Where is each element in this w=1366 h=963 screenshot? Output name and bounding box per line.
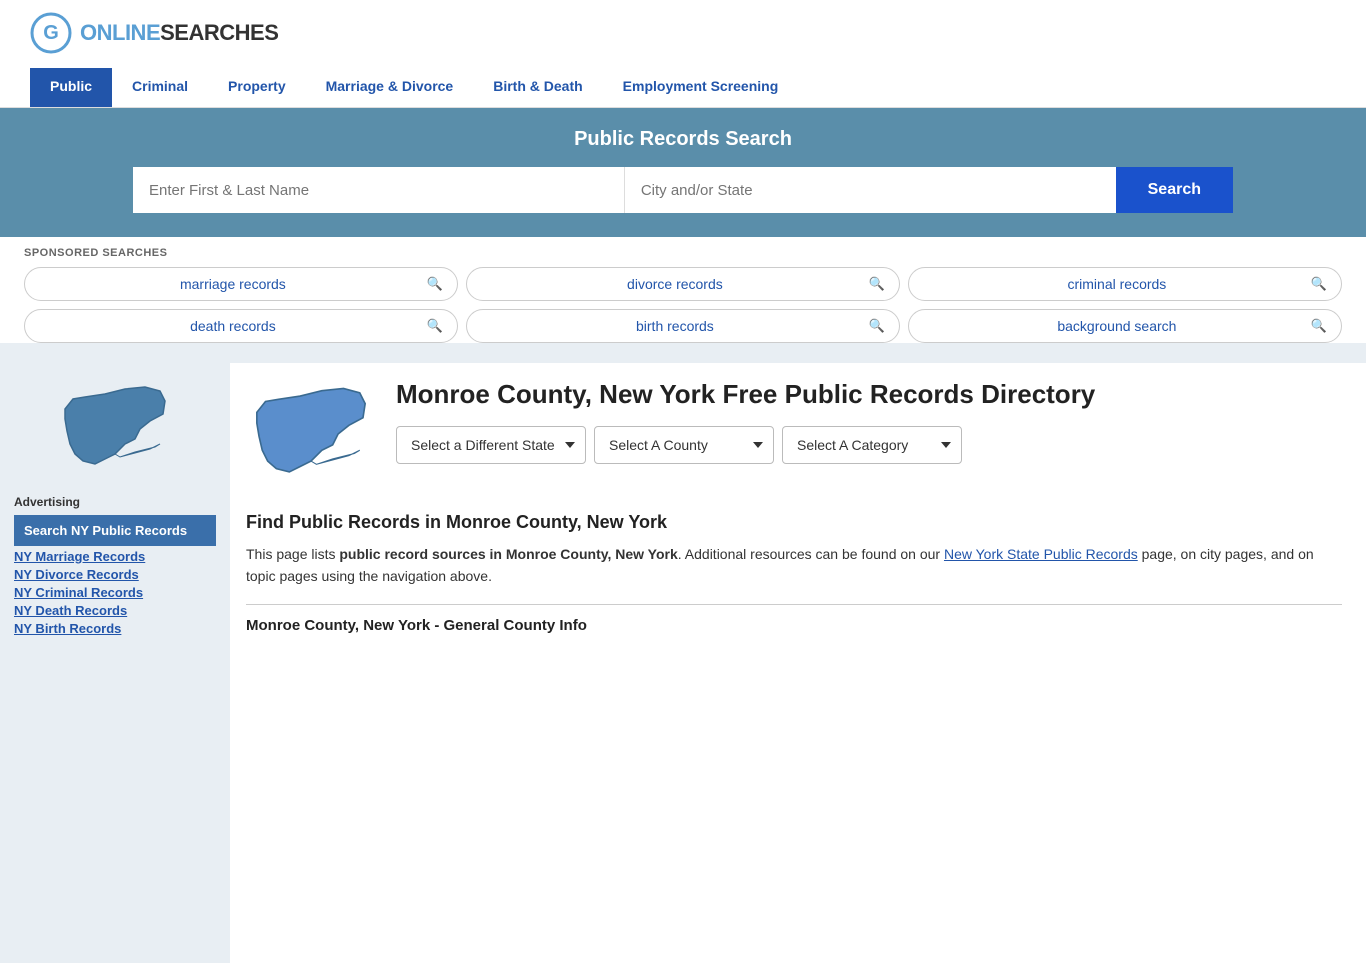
page-section: Monroe County, New York Free Public Reco… [246,379,1342,492]
sponsored-section: SPONSORED SEARCHES marriage records 🔍 di… [0,237,1366,343]
category-dropdown[interactable]: Select A Category [782,426,962,464]
pill-text-birth: birth records [481,318,869,334]
ad-search-ny[interactable]: Search NY Public Records [14,515,216,546]
sponsored-pill-marriage[interactable]: marriage records 🔍 [24,267,458,301]
search-icon-criminal: 🔍 [1311,276,1327,292]
find-text-2: . Additional resources can be found on o… [678,546,944,562]
search-row: Search [133,167,1233,213]
pill-text-background: background search [923,318,1311,334]
dropdowns-row: Select a Different State Select A County… [396,426,1342,464]
pill-text-death: death records [39,318,427,334]
sidebar-link-death[interactable]: NY Death Records [14,603,216,618]
sidebar: Advertising Search NY Public Records NY … [0,363,230,963]
nav-criminal[interactable]: Criminal [112,68,208,107]
pill-text-divorce: divorce records [481,276,869,292]
search-icon-birth: 🔍 [869,318,885,334]
content-area: Monroe County, New York Free Public Reco… [230,363,1366,963]
sponsored-pill-birth[interactable]: birth records 🔍 [466,309,900,343]
search-icon-marriage: 🔍 [427,276,443,292]
search-icon-divorce: 🔍 [869,276,885,292]
nav-property[interactable]: Property [208,68,306,107]
sponsored-pill-death[interactable]: death records 🔍 [24,309,458,343]
sponsored-pill-background[interactable]: background search 🔍 [908,309,1342,343]
name-input[interactable] [133,167,625,213]
find-bold: public record sources in Monroe County, … [339,546,677,562]
hero-banner: Public Records Search Search [0,108,1366,237]
find-text-1: This page lists [246,546,339,562]
sponsored-pill-divorce[interactable]: divorce records 🔍 [466,267,900,301]
sidebar-link-divorce[interactable]: NY Divorce Records [14,567,216,582]
find-records-text: This page lists public record sources in… [246,543,1342,588]
sponsored-pill-criminal[interactable]: criminal records 🔍 [908,267,1342,301]
sidebar-link-criminal[interactable]: NY Criminal Records [14,585,216,600]
county-dropdown[interactable]: Select A County [594,426,774,464]
search-button[interactable]: Search [1116,167,1233,213]
search-icon-background: 🔍 [1311,318,1327,334]
nav-birth-death[interactable]: Birth & Death [473,68,602,107]
new-york-map-icon [55,379,175,479]
find-link[interactable]: New York State Public Records [944,546,1138,562]
page-title-area: Monroe County, New York Free Public Reco… [396,379,1342,484]
sponsored-label: SPONSORED SEARCHES [24,247,1342,259]
section-divider [246,604,1342,605]
ny-map [14,379,216,479]
nav-public[interactable]: Public [30,68,112,107]
header-top: G ONLINE SEARCHES [30,12,1336,64]
pill-text-criminal: criminal records [923,276,1311,292]
find-records-title: Find Public Records in Monroe County, Ne… [246,512,1342,533]
pill-text-marriage: marriage records [39,276,427,292]
svg-text:G: G [43,22,59,44]
nav-marriage-divorce[interactable]: Marriage & Divorce [306,68,474,107]
sidebar-link-birth[interactable]: NY Birth Records [14,621,216,636]
state-dropdown[interactable]: Select a Different State [396,426,586,464]
logo-searches: SEARCHES [160,20,278,46]
header: G ONLINE SEARCHES Public Criminal Proper… [0,0,1366,108]
logo-online: ONLINE [80,20,160,46]
hero-title: Public Records Search [30,128,1336,151]
logo: G ONLINE SEARCHES [30,12,278,54]
logo-icon: G [30,12,72,54]
logo-text: ONLINE SEARCHES [80,20,278,46]
location-input[interactable] [625,167,1116,213]
advertising-label: Advertising [14,495,216,509]
state-map-area [246,379,376,492]
sponsored-grid: marriage records 🔍 divorce records 🔍 cri… [24,267,1342,343]
main-nav: Public Criminal Property Marriage & Divo… [30,68,1336,107]
general-info-title: Monroe County, New York - General County… [246,617,1342,634]
sidebar-link-marriage[interactable]: NY Marriage Records [14,549,216,564]
page-main-title: Monroe County, New York Free Public Reco… [396,379,1342,410]
ny-state-map-large [246,379,376,489]
search-icon-death: 🔍 [427,318,443,334]
nav-employment[interactable]: Employment Screening [603,68,799,107]
main-content: Advertising Search NY Public Records NY … [0,363,1366,963]
